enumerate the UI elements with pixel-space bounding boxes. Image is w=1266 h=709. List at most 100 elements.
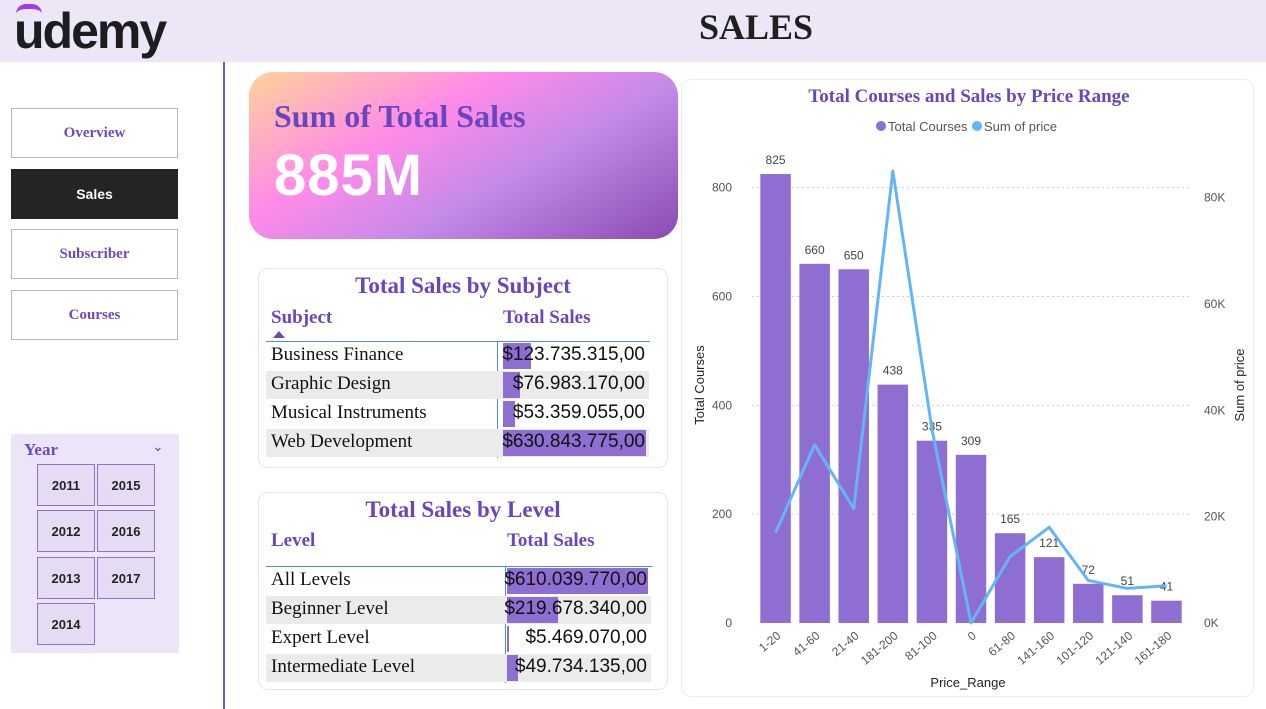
y-tick-label: 600 <box>712 289 732 303</box>
table-row[interactable]: Intermediate Level $49.734.135,00 <box>266 654 651 682</box>
x-tick-label: 121-140 <box>1093 628 1136 667</box>
x-tick-label: 101-120 <box>1053 628 1096 667</box>
year-2015-button[interactable]: 2015 <box>97 464 155 506</box>
bar-value-label: 165 <box>1000 512 1020 526</box>
row-value: $53.359.055,00 <box>512 402 645 423</box>
x-axis-title: Price_Range <box>930 675 1005 690</box>
bar-value-label: 660 <box>805 243 825 257</box>
year-2013-button[interactable]: 2013 <box>37 557 95 599</box>
row-label: Web Development <box>271 431 413 452</box>
bar-0 <box>955 454 987 623</box>
year-2011-button[interactable]: 2011 <box>37 464 95 506</box>
row-value: $630.843.775,00 <box>502 431 645 452</box>
y2-tick-label: 0K <box>1204 616 1219 630</box>
x-tick-label: 0 <box>965 628 979 643</box>
y-tick-label: 0 <box>725 616 732 630</box>
x-tick-label: 41-60 <box>790 628 823 659</box>
x-tick-label: 181-200 <box>858 628 901 667</box>
header-bar: udemy SALES <box>0 0 1266 62</box>
row-value: $123.735.315,00 <box>502 344 645 365</box>
bar-101-120 <box>1073 583 1104 623</box>
row-label: Beginner Level <box>271 598 389 619</box>
total-sales-kpi-card: Sum of Total Sales 885M <box>249 72 678 239</box>
sidebar-divider <box>223 62 225 709</box>
x-tick-label: 141-160 <box>1014 628 1057 667</box>
level-sales-column-header[interactable]: Total Sales <box>507 530 594 552</box>
x-tick-label: 21-40 <box>829 628 862 659</box>
row-value: $49.734.135,00 <box>514 656 647 677</box>
bar-1-20 <box>760 174 791 623</box>
chart-title: Total Courses and Sales by Price Range <box>808 86 1129 107</box>
table-row[interactable]: Web Development $630.843.775,00 <box>266 429 649 457</box>
row-value: $219.678.340,00 <box>504 598 647 619</box>
bar-121-140 <box>1112 595 1143 623</box>
kpi-value: 885M <box>274 143 424 208</box>
year-2012-button[interactable]: 2012 <box>37 510 95 552</box>
nav-overview-button[interactable]: Overview <box>11 108 178 158</box>
row-value: $610.039.770,00 <box>504 569 647 590</box>
data-bar <box>507 626 509 652</box>
nav-sales-button[interactable]: Sales <box>11 169 178 219</box>
bar-81-100 <box>916 440 948 623</box>
table-row[interactable]: Expert Level $5.469.070,00 <box>266 625 651 653</box>
y-axis-title: Total Courses <box>692 345 707 425</box>
legend-label-total-courses: Total Courses <box>888 119 968 134</box>
y2-tick-label: 40K <box>1204 403 1225 417</box>
bar-value-label: 438 <box>883 364 903 378</box>
row-label: Musical Instruments <box>271 402 427 423</box>
bar-value-label: 650 <box>844 248 864 262</box>
row-value: $5.469.070,00 <box>525 627 647 648</box>
y2-tick-label: 80K <box>1204 191 1225 205</box>
subject-table-title: Total Sales by Subject <box>355 273 571 298</box>
row-label: Intermediate Level <box>271 656 416 677</box>
x-tick-label: 81-100 <box>902 628 940 663</box>
year-2014-button[interactable]: 2014 <box>37 603 95 645</box>
nav-subscriber-button[interactable]: Subscriber <box>11 229 178 279</box>
bar-141-160 <box>1033 557 1065 623</box>
chevron-down-icon[interactable]: ⌄ <box>152 439 164 455</box>
year-2017-button[interactable]: 2017 <box>97 557 155 599</box>
row-label: All Levels <box>271 569 351 590</box>
price-range-chart-card: Total Courses and Sales by Price Range To… <box>681 79 1254 697</box>
level-table-title: Total Sales by Level <box>365 497 561 522</box>
subject-column-header[interactable]: Subject <box>271 307 332 329</box>
bar-value-label: 309 <box>961 434 981 448</box>
x-tick-label: 161-180 <box>1132 628 1175 667</box>
subject-sales-table: Total Sales by Subject Subject Total Sal… <box>258 268 668 468</box>
nav-courses-button[interactable]: Courses <box>11 290 178 340</box>
row-label: Graphic Design <box>271 373 391 394</box>
row-label: Expert Level <box>271 627 370 648</box>
kpi-label: Sum of Total Sales <box>274 98 526 134</box>
year-2016-button[interactable]: 2016 <box>97 510 155 552</box>
level-sales-table: Total Sales by Level Level Total Sales A… <box>258 492 668 690</box>
table-row[interactable]: Musical Instruments $53.359.055,00 <box>266 400 649 428</box>
sort-ascending-icon[interactable] <box>273 331 285 338</box>
bar-161-180 <box>1151 600 1182 623</box>
legend-label-sum-of-price: Sum of price <box>984 119 1057 134</box>
table-row[interactable]: Beginner Level $219.678.340,00 <box>266 596 651 624</box>
y2-tick-label: 20K <box>1204 510 1225 524</box>
x-tick-label: 1-20 <box>756 628 784 654</box>
table-row[interactable]: Business Finance $123.735.315,00 <box>266 342 649 370</box>
bar-21-40 <box>838 269 869 623</box>
y2-tick-label: 60K <box>1204 297 1225 311</box>
year-slicer-title: Year <box>24 440 58 459</box>
y-tick-label: 800 <box>712 181 732 195</box>
year-slicer: Year ⌄ 2011 2015 2012 2016 2013 2017 201… <box>11 434 179 653</box>
table-row[interactable]: Graphic Design $76.983.170,00 <box>266 371 649 399</box>
page-title: SALES <box>698 7 814 47</box>
y-tick-label: 400 <box>712 398 732 412</box>
x-tick-label: 61-80 <box>986 628 1019 659</box>
table-row[interactable]: All Levels $610.039.770,00 <box>266 567 651 595</box>
legend-marker-total-courses <box>876 121 886 131</box>
level-column-header[interactable]: Level <box>271 530 315 552</box>
bar-181-200 <box>877 384 909 623</box>
y2-axis-title: Sum of price <box>1232 349 1247 422</box>
price-range-combo-chart: Total Courses and Sales by Price Range To… <box>692 86 1247 690</box>
row-value: $76.983.170,00 <box>512 373 645 394</box>
bar-value-label: 825 <box>766 153 786 167</box>
legend-marker-sum-of-price <box>972 121 982 131</box>
y-tick-label: 200 <box>712 507 732 521</box>
row-label: Business Finance <box>271 344 404 365</box>
subject-sales-column-header[interactable]: Total Sales <box>503 307 590 329</box>
